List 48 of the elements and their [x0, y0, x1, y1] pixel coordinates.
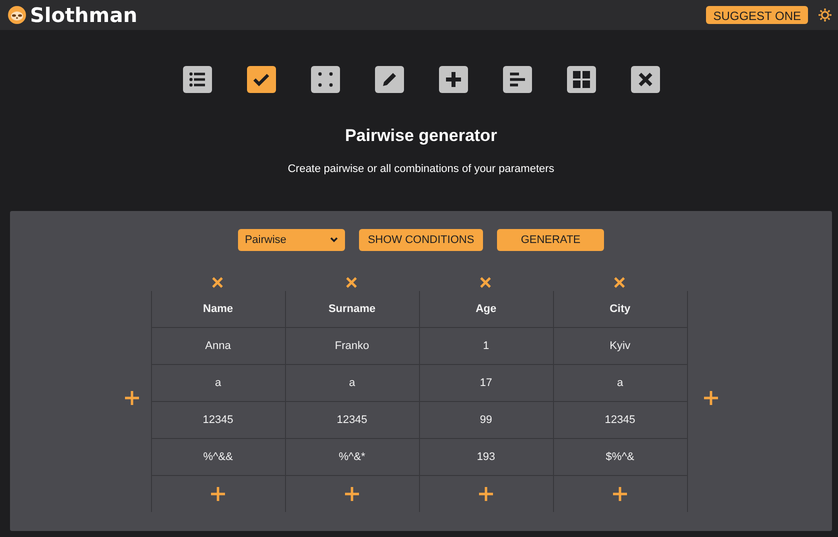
suggest-button[interactable]: SUGGEST ONE [706, 6, 808, 24]
close-icon[interactable] [630, 66, 660, 93]
brand-name: Slothman [30, 3, 138, 27]
table-cell: a [150, 365, 284, 401]
list-icon[interactable] [182, 66, 212, 93]
mode-dropdown[interactable]: Pairwise [238, 229, 345, 251]
add-value-icon[interactable] [345, 487, 359, 501]
chevron-down-icon [330, 237, 338, 243]
add-value-icon[interactable] [211, 487, 225, 501]
table-cell: a [552, 365, 688, 401]
column-header: Name [150, 291, 284, 327]
table-cell: %^&* [284, 439, 418, 475]
table-cell: Anna [150, 328, 284, 364]
page-title: Pairwise generator [344, 126, 498, 146]
remove-column-icon[interactable] [212, 277, 223, 288]
add-value-icon[interactable] [613, 487, 627, 501]
show-conditions-button[interactable]: SHOW CONDITIONS [358, 229, 484, 251]
generate-button[interactable]: GENERATE [497, 229, 604, 251]
pencil-icon[interactable] [374, 66, 404, 93]
add-column-icon[interactable] [124, 390, 138, 404]
sloth-logo-icon [8, 6, 26, 24]
column-header: City [552, 291, 688, 327]
table-cell: $%^& [552, 439, 688, 475]
table-cell: Franko [284, 328, 418, 364]
add-column-icon[interactable] [704, 390, 718, 404]
dice-icon[interactable] [310, 66, 340, 93]
table-cell: Kyiv [552, 328, 688, 364]
add-value-icon[interactable] [479, 487, 493, 501]
grid-icon[interactable] [566, 66, 596, 93]
remove-column-icon[interactable] [614, 277, 625, 288]
table-cell: 193 [418, 439, 552, 475]
table-cell: 12345 [284, 402, 418, 438]
table-cell: %^&& [150, 439, 284, 475]
remove-column-icon[interactable] [346, 277, 357, 288]
plus-icon[interactable] [438, 66, 468, 93]
table-cell: 12345 [150, 402, 284, 438]
column-header: Age [418, 291, 552, 327]
remove-column-icon[interactable] [480, 277, 491, 288]
page-subtitle: Create pairwise or all combinations of your parameters [288, 163, 554, 175]
table-cell: 12345 [552, 402, 688, 438]
column-header: Surname [284, 291, 418, 327]
checkmark-icon[interactable] [246, 66, 276, 93]
table-cell: 99 [418, 402, 552, 438]
table-cell: 17 [418, 365, 552, 401]
table-cell: 1 [418, 328, 552, 364]
bars-icon[interactable] [502, 66, 532, 93]
table-cell: a [284, 365, 418, 401]
settings-icon[interactable] [818, 8, 832, 22]
